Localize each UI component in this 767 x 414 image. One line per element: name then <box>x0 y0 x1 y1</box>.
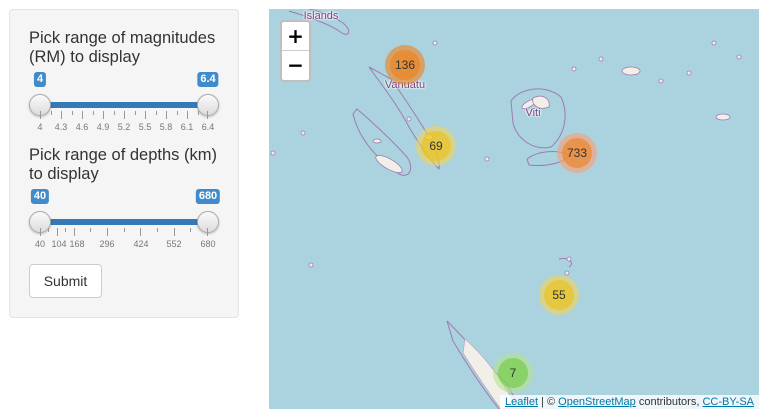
depth-tick-label: 680 <box>200 239 216 249</box>
depth-tick-label: 40 <box>34 239 46 249</box>
magnitude-max-value: 6.4 <box>197 72 219 87</box>
depth-min-value: 40 <box>30 189 50 204</box>
zoom-in-button[interactable]: + <box>282 22 309 51</box>
depth-tick-label: 104 <box>51 239 67 249</box>
magnitude-label: Pick range of magnitudes (RM) to display <box>29 29 216 66</box>
attribution-contributors: contributors, <box>635 396 703 408</box>
depth-slider-track[interactable] <box>40 219 208 225</box>
magnitude-slider-track[interactable] <box>40 102 208 108</box>
zoom-control: + − <box>280 20 311 82</box>
zoom-out-button[interactable]: − <box>282 51 309 80</box>
cluster-55[interactable]: 55 <box>539 275 579 315</box>
map-label-viti: Viti <box>525 107 541 119</box>
map-tiles <box>270 9 742 409</box>
attribution-separator: | © <box>538 396 559 408</box>
magnitude-tick-label: 6.1 <box>180 122 194 132</box>
map-attribution: Leaflet | © OpenStreetMap contributors, … <box>499 395 759 409</box>
cluster-count: 69 <box>421 131 451 161</box>
cluster-69[interactable]: 69 <box>416 126 456 166</box>
magnitude-tick-label: 5.5 <box>138 122 152 132</box>
magnitude-tick-label: 5.2 <box>117 122 131 132</box>
cluster-count: 55 <box>544 280 574 310</box>
magnitude-tick-label: 5.8 <box>159 122 173 132</box>
cluster-count: 733 <box>562 138 592 168</box>
depth-tick-label: 424 <box>133 239 149 249</box>
magnitude-slider[interactable]: 4 6.4 4 4.3 4.6 4.9 5.2 5.5 5.8 6.1 6.4 <box>10 72 240 140</box>
magnitude-tick-label: 4 <box>37 122 43 132</box>
depth-ticks <box>40 228 208 236</box>
license-link[interactable]: CC-BY-SA <box>702 396 754 408</box>
depth-slider[interactable]: 40 680 40 104 168 296 424 552 680 <box>10 189 240 257</box>
magnitude-tick-label: 6.4 <box>201 122 215 132</box>
magnitude-tick-label: 4.3 <box>54 122 68 132</box>
cluster-733[interactable]: 733 <box>557 133 597 173</box>
cluster-count: 7 <box>498 358 528 388</box>
magnitude-ticks <box>40 111 208 119</box>
leaflet-link[interactable]: Leaflet <box>505 396 538 408</box>
depth-label: Pick range of depths (km) to display <box>29 146 217 183</box>
depth-tick-label: 168 <box>69 239 85 249</box>
cluster-136[interactable]: 136 <box>385 45 425 85</box>
depth-tick-label: 296 <box>99 239 115 249</box>
submit-button[interactable]: Submit <box>29 264 102 298</box>
openstreetmap-link[interactable]: OpenStreetMap <box>558 396 636 408</box>
cluster-7[interactable]: 7 <box>493 353 533 393</box>
magnitude-min-value: 4 <box>33 72 47 87</box>
depth-tick-label: 552 <box>166 239 182 249</box>
depth-max-value: 680 <box>195 189 221 204</box>
cluster-count: 136 <box>390 50 420 80</box>
magnitude-tick-label: 4.9 <box>96 122 110 132</box>
magnitude-tick-label: 4.6 <box>75 122 89 132</box>
control-panel: Pick range of magnitudes (RM) to display… <box>9 9 239 318</box>
map[interactable]: Islands Vanuatu Viti 136 69 733 55 7 + −… <box>269 9 759 409</box>
